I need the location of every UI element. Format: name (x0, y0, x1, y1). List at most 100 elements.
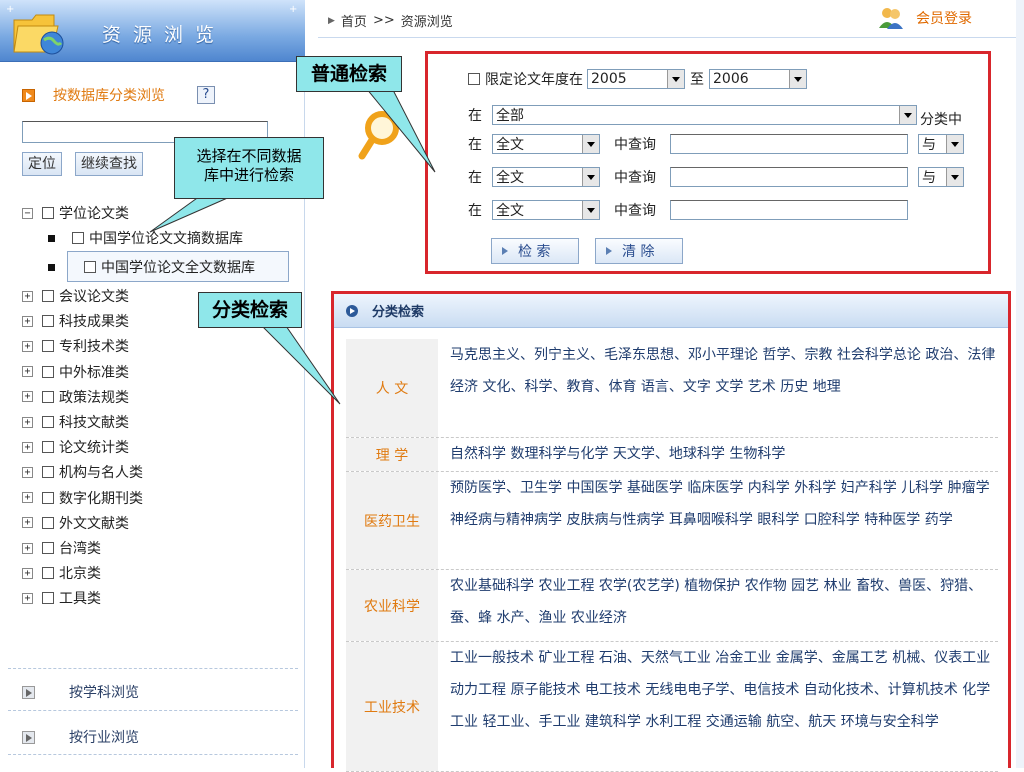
category-items[interactable]: 自然科学 数理科学与化学 天文学、地球科学 生物科学 (450, 438, 998, 470)
tree-item[interactable]: + 数字化期刊类 (22, 489, 143, 507)
general-search-panel: 限定论文年度在 2005 至 2006 在 全部 分类中 在全文 中查询与在全文中… (425, 51, 991, 274)
checkbox[interactable] (42, 466, 54, 479)
checkbox[interactable] (42, 567, 54, 580)
query-input[interactable] (670, 134, 908, 154)
expand-icon[interactable]: + (22, 492, 33, 504)
checkbox[interactable] (42, 390, 54, 403)
checkbox[interactable] (42, 340, 54, 353)
expand-icon[interactable]: + (22, 290, 33, 302)
tree-item-label: 北京类 (59, 566, 101, 583)
locate-button[interactable]: 定位 (22, 152, 62, 176)
year-to-value: 2006 (713, 71, 749, 87)
divider (8, 668, 298, 669)
logic-select[interactable]: 与 (918, 134, 964, 154)
expand-icon[interactable]: + (22, 517, 33, 529)
browse-by-subject[interactable]: 按学科浏览 (22, 682, 139, 702)
limit-year-checkbox[interactable] (468, 73, 480, 85)
scroll-edge (1016, 0, 1024, 768)
tree-item-label: 科技文献类 (59, 415, 129, 431)
tree-item[interactable]: + 政策法规类 (22, 388, 129, 406)
tree-item-fulltext-db[interactable]: 中国学位论文全文数据库 (48, 258, 255, 276)
tree-item[interactable]: + 机构与名人类 (22, 463, 143, 481)
tree-item-abstract-db[interactable]: 中国学位论文文摘数据库 (48, 229, 243, 247)
in-label: 在 (468, 170, 482, 186)
query-row: 在全文 中查询 与 (468, 167, 964, 187)
category-label[interactable]: 农业科学 (346, 570, 438, 641)
tree-item[interactable]: + 专利技术类 (22, 337, 129, 355)
tree-item[interactable]: + 工具类 (22, 589, 101, 607)
limit-year-label: 限定论文年度在 (485, 72, 583, 88)
expand-icon[interactable]: + (22, 592, 33, 604)
tree-item[interactable]: + 论文统计类 (22, 438, 129, 456)
expand-icon[interactable]: + (22, 466, 33, 478)
expand-icon[interactable]: + (22, 416, 33, 428)
member-login[interactable]: 会员登录 (878, 6, 972, 30)
query-input[interactable] (670, 167, 908, 187)
checkbox[interactable] (42, 207, 54, 219)
checkbox[interactable] (72, 232, 84, 244)
checkbox[interactable] (42, 516, 54, 529)
continue-search-button[interactable]: 继续查找 (75, 152, 143, 176)
category-label[interactable]: 医药卫生 (346, 472, 438, 569)
checkbox[interactable] (42, 542, 54, 554)
browse-by-database[interactable]: 按数据库分类浏览 ? (22, 85, 215, 105)
tree-item-degree-theses[interactable]: − 学位论文类 (22, 204, 129, 222)
year-to-select[interactable]: 2006 (709, 69, 807, 89)
corner-plus-icon: + (289, 4, 298, 15)
logic-select[interactable]: 与 (918, 167, 964, 187)
tree-item[interactable]: + 中外标准类 (22, 363, 129, 381)
checkbox[interactable] (84, 261, 96, 273)
field-select[interactable]: 全文 (492, 200, 600, 220)
tree-item[interactable]: + 会议论文类 (22, 287, 129, 305)
category-items[interactable]: 工业一般技术 矿业工程 石油、天然气工业 冶金工业 金属学、金属工艺 机械、仪表… (450, 642, 998, 738)
category-items[interactable]: 马克思主义、列宁主义、毛泽东思想、邓小平理论 哲学、宗教 社会科学总论 政治、法… (450, 339, 998, 403)
expand-icon[interactable]: + (22, 315, 33, 327)
checkbox[interactable] (42, 416, 54, 428)
category-label[interactable]: 理 学 (346, 438, 438, 471)
collapse-icon[interactable]: − (22, 207, 33, 219)
tree-item-label: 科技成果类 (59, 314, 129, 331)
year-from-select[interactable]: 2005 (587, 69, 685, 89)
category-label[interactable]: 人 文 (346, 339, 438, 437)
year-to-label: 至 (690, 72, 704, 88)
callout-category-search: 分类检索 (198, 292, 302, 328)
expand-icon[interactable]: + (22, 391, 33, 403)
tree-item[interactable]: + 科技成果类 (22, 312, 129, 330)
category-row: 理 学自然科学 数理科学与化学 天文学、地球科学 生物科学 (346, 438, 998, 472)
category-label[interactable]: 工业技术 (346, 642, 438, 771)
field-select[interactable]: 全文 (492, 134, 600, 154)
checkbox[interactable] (42, 441, 54, 454)
tree-item[interactable]: + 北京类 (22, 564, 101, 582)
query-row: 在全文 中查询 (468, 200, 908, 220)
tree-item[interactable]: + 台湾类 (22, 539, 101, 557)
help-icon[interactable]: ? (197, 86, 215, 104)
expand-icon[interactable]: + (22, 542, 33, 554)
category-items[interactable]: 预防医学、卫生学 中国医学 基础医学 临床医学 内科学 外科学 妇产科学 儿科学… (450, 472, 998, 536)
clear-button[interactable]: 清 除 (595, 238, 683, 264)
category-select[interactable]: 全部 (492, 105, 917, 125)
category-items[interactable]: 农业基础科学 农业工程 农学(农艺学) 植物保护 农作物 园艺 林业 畜牧、兽医… (450, 570, 998, 634)
tree-item[interactable]: + 外文文献类 (22, 514, 129, 532)
browse-by-industry[interactable]: 按行业浏览 (22, 727, 139, 747)
query-label: 中查询 (614, 170, 656, 186)
expand-icon[interactable]: + (22, 441, 33, 453)
field-select[interactable]: 全文 (492, 167, 600, 187)
checkbox[interactable] (42, 290, 54, 302)
query-input[interactable] (670, 200, 908, 220)
category-value: 全部 (496, 108, 524, 124)
arrow-box-icon (22, 685, 35, 699)
search-button[interactable]: 检 索 (491, 238, 579, 264)
checkbox[interactable] (42, 491, 54, 504)
expand-icon[interactable]: + (22, 567, 33, 579)
divider (8, 710, 298, 711)
checkbox[interactable] (42, 315, 54, 328)
breadcrumb-home[interactable]: 首页 (341, 11, 367, 30)
category-search-title: 分类检索 (372, 305, 425, 320)
tree-item-label: 工具类 (59, 591, 101, 608)
checkbox[interactable] (42, 592, 54, 605)
checkbox[interactable] (42, 365, 54, 378)
query-label: 中查询 (614, 203, 656, 219)
tree-item[interactable]: + 科技文献类 (22, 413, 129, 431)
expand-icon[interactable]: + (22, 340, 33, 352)
expand-icon[interactable]: + (22, 366, 33, 378)
